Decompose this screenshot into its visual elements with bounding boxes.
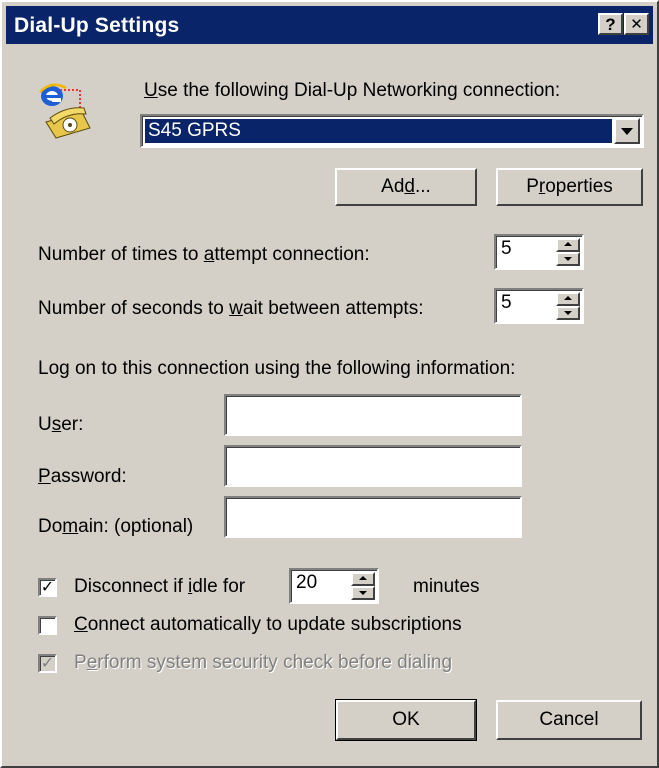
arrow-down-icon xyxy=(359,591,367,595)
attempts-label-post: ttempt connection: xyxy=(214,244,370,265)
close-button[interactable]: ✕ xyxy=(624,13,649,35)
security-label-accel: e xyxy=(86,652,98,673)
title-bar[interactable]: Dial-Up Settings ? ✕ xyxy=(6,6,653,44)
domain-label-pre: Do xyxy=(38,516,63,537)
wait-label: Number of seconds to wait between attemp… xyxy=(38,298,424,320)
dialup-icon xyxy=(38,82,100,142)
wait-down-button[interactable] xyxy=(556,306,580,320)
arrow-up-icon xyxy=(564,296,572,300)
security-check-checkbox: ✓ xyxy=(38,654,57,673)
wait-label-accel: w xyxy=(229,298,243,319)
logon-heading: Log on to this connection using the foll… xyxy=(38,358,516,379)
idle-value[interactable]: 20 xyxy=(296,572,317,594)
window-title: Dial-Up Settings xyxy=(14,14,180,37)
attempts-spinner[interactable]: 5 xyxy=(494,234,584,270)
wait-spinner[interactable]: 5 xyxy=(494,288,584,324)
user-field[interactable] xyxy=(224,394,522,436)
password-label-accel: P xyxy=(38,466,51,487)
attempts-label-accel: a xyxy=(203,244,215,265)
idle-spinner[interactable]: 20 xyxy=(289,568,379,604)
disconnect-label-post: dle for xyxy=(192,576,246,597)
connect-auto-label-post: onnect automatically to update subscript… xyxy=(87,614,462,635)
disconnect-label-pre: Disconnect if xyxy=(74,576,189,597)
properties-label-pre: P xyxy=(526,176,539,197)
attempts-value[interactable]: 5 xyxy=(501,238,512,260)
domain-label: Domain: (optional) xyxy=(38,516,193,538)
add-button[interactable]: Ad d... xyxy=(335,168,477,206)
connection-select[interactable]: S45 GPRS xyxy=(140,114,644,148)
wait-value[interactable]: 5 xyxy=(501,292,512,314)
connect-auto-label[interactable]: Connect automatically to update subscrip… xyxy=(74,614,462,636)
attempts-label: Number of times to attempt connection: xyxy=(38,244,370,266)
security-label-pre: P xyxy=(74,652,87,673)
domain-label-accel: m xyxy=(62,516,79,537)
dialup-settings-dialog: Dial-Up Settings ? ✕ Use the following D… xyxy=(0,0,659,768)
help-button[interactable]: ? xyxy=(598,13,623,35)
minutes-label: minutes xyxy=(413,576,480,597)
connection-label-accel: U xyxy=(144,80,158,101)
properties-button[interactable]: Pr operties xyxy=(496,168,643,206)
connection-selected-value: S45 GPRS xyxy=(145,119,612,143)
properties-label-post: operties xyxy=(545,176,613,197)
add-label-pre: Ad xyxy=(381,176,405,197)
connection-label-rest: se the following Dial-Up Networking conn… xyxy=(157,80,561,101)
user-label-post: er: xyxy=(61,414,84,435)
disconnect-checkbox[interactable]: ✓ xyxy=(38,578,57,597)
add-label-post: ... xyxy=(414,176,431,197)
idle-down-button[interactable] xyxy=(351,586,375,600)
arrow-down-icon xyxy=(564,257,572,261)
arrow-down-icon xyxy=(564,311,572,315)
domain-label-post: ain: (optional) xyxy=(78,516,194,537)
check-icon: ✓ xyxy=(40,654,55,672)
check-icon: ✓ xyxy=(40,578,55,596)
wait-spin-buttons xyxy=(556,292,580,320)
wait-up-button[interactable] xyxy=(556,292,580,306)
password-label-post: assword: xyxy=(50,466,127,487)
user-label: User: xyxy=(38,414,83,436)
idle-spin-buttons xyxy=(351,572,375,600)
attempts-up-button[interactable] xyxy=(556,238,580,252)
disconnect-label[interactable]: Disconnect if idle for xyxy=(74,576,245,598)
security-check-label: Perform system security check before dia… xyxy=(74,652,452,674)
chevron-down-icon xyxy=(621,128,633,135)
connection-label: Use the following Dial-Up Networking con… xyxy=(144,80,560,102)
dropdown-button[interactable] xyxy=(614,118,640,144)
cancel-button[interactable]: Cancel xyxy=(496,700,642,740)
user-label-accel: s xyxy=(51,414,62,435)
wait-label-pre: Number of seconds to xyxy=(38,298,230,319)
attempts-spin-buttons xyxy=(556,238,580,266)
domain-field[interactable] xyxy=(224,496,522,538)
wait-label-post: ait between attempts: xyxy=(242,298,424,319)
connect-auto-checkbox[interactable] xyxy=(38,616,57,635)
telephone-icon xyxy=(45,107,91,139)
arrow-up-icon xyxy=(564,242,572,246)
password-field[interactable] xyxy=(224,445,522,487)
security-label-post: rform system security check before diali… xyxy=(97,652,453,673)
arrow-up-icon xyxy=(359,576,367,580)
connect-auto-label-accel: C xyxy=(74,614,88,635)
attempts-down-button[interactable] xyxy=(556,252,580,266)
user-label-pre: U xyxy=(38,414,52,435)
add-label-accel: d xyxy=(404,176,415,197)
idle-up-button[interactable] xyxy=(351,572,375,586)
password-label: Password: xyxy=(38,466,127,488)
ok-button[interactable]: OK xyxy=(335,699,477,741)
attempts-label-pre: Number of times to xyxy=(38,244,204,265)
